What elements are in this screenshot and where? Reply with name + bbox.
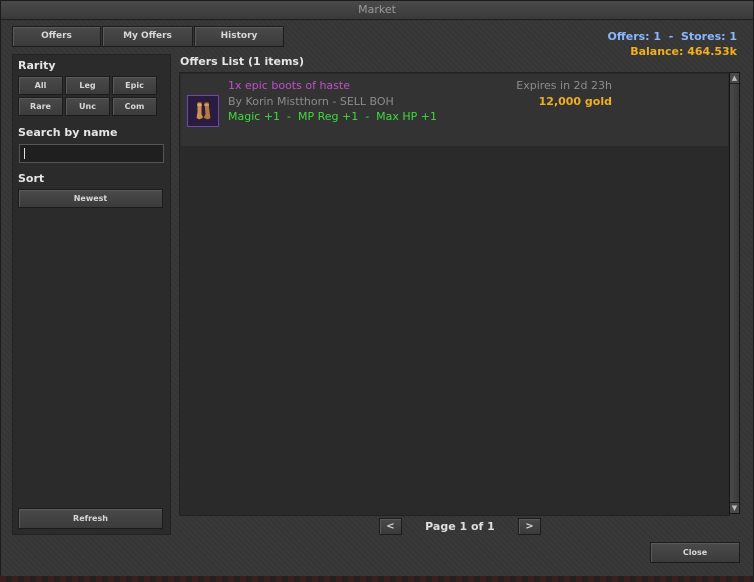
refresh-button[interactable]: Refresh [18, 508, 163, 529]
scroll-up-icon[interactable]: ▲ [730, 73, 739, 83]
rarity-uncommon-button[interactable]: Unc [65, 97, 110, 116]
item-expires: Expires in 2d 23h [516, 79, 612, 92]
rarity-all-button[interactable]: All [18, 76, 63, 95]
boots-icon [187, 95, 219, 127]
rarity-label: Rarity [18, 59, 56, 72]
search-label: Search by name [18, 126, 118, 139]
text-cursor [24, 148, 25, 159]
item-attributes: Magic +1 - MP Reg +1 - Max HP +1 [228, 110, 438, 123]
scroll-thumb[interactable] [730, 84, 739, 502]
offers-list: 1x epic boots of haste By Korin Mistthor… [179, 72, 730, 516]
rarity-common-button[interactable]: Com [112, 97, 157, 116]
tab-offers[interactable]: Offers [12, 26, 101, 47]
rarity-epic-button[interactable]: Epic [112, 76, 157, 95]
background-strip [0, 576, 754, 582]
scroll-down-icon[interactable]: ▼ [730, 503, 739, 513]
tab-my-offers[interactable]: My Offers [102, 26, 193, 47]
next-page-button[interactable]: > [518, 518, 541, 535]
page-indicator: Page 1 of 1 [425, 520, 495, 533]
prev-page-button[interactable]: < [379, 518, 402, 535]
rarity-rare-button[interactable]: Rare [18, 97, 63, 116]
window-title: Market [1, 1, 753, 20]
item-seller: By Korin Mistthorn - SELL BOH [228, 95, 394, 108]
rarity-legendary-button[interactable]: Leg [65, 76, 110, 95]
list-item[interactable]: 1x epic boots of haste By Korin Mistthor… [181, 74, 728, 146]
close-button[interactable]: Close [650, 542, 740, 563]
offers-list-title: Offers List (1 items) [180, 55, 304, 68]
sort-select[interactable]: Newest [18, 189, 163, 208]
market-window: Market Offers My Offers History Offers: … [0, 0, 754, 578]
balance: Balance: 464.53k [630, 45, 737, 58]
item-name: 1x epic boots of haste [228, 79, 350, 92]
search-input[interactable] [19, 144, 164, 163]
tab-history[interactable]: History [194, 26, 284, 47]
item-price: 12,000 gold [538, 95, 612, 108]
sort-label: Sort [18, 172, 45, 185]
offers-stores-count: Offers: 1 - Stores: 1 [607, 30, 737, 43]
list-scrollbar[interactable]: ▲ ▼ [729, 72, 740, 514]
